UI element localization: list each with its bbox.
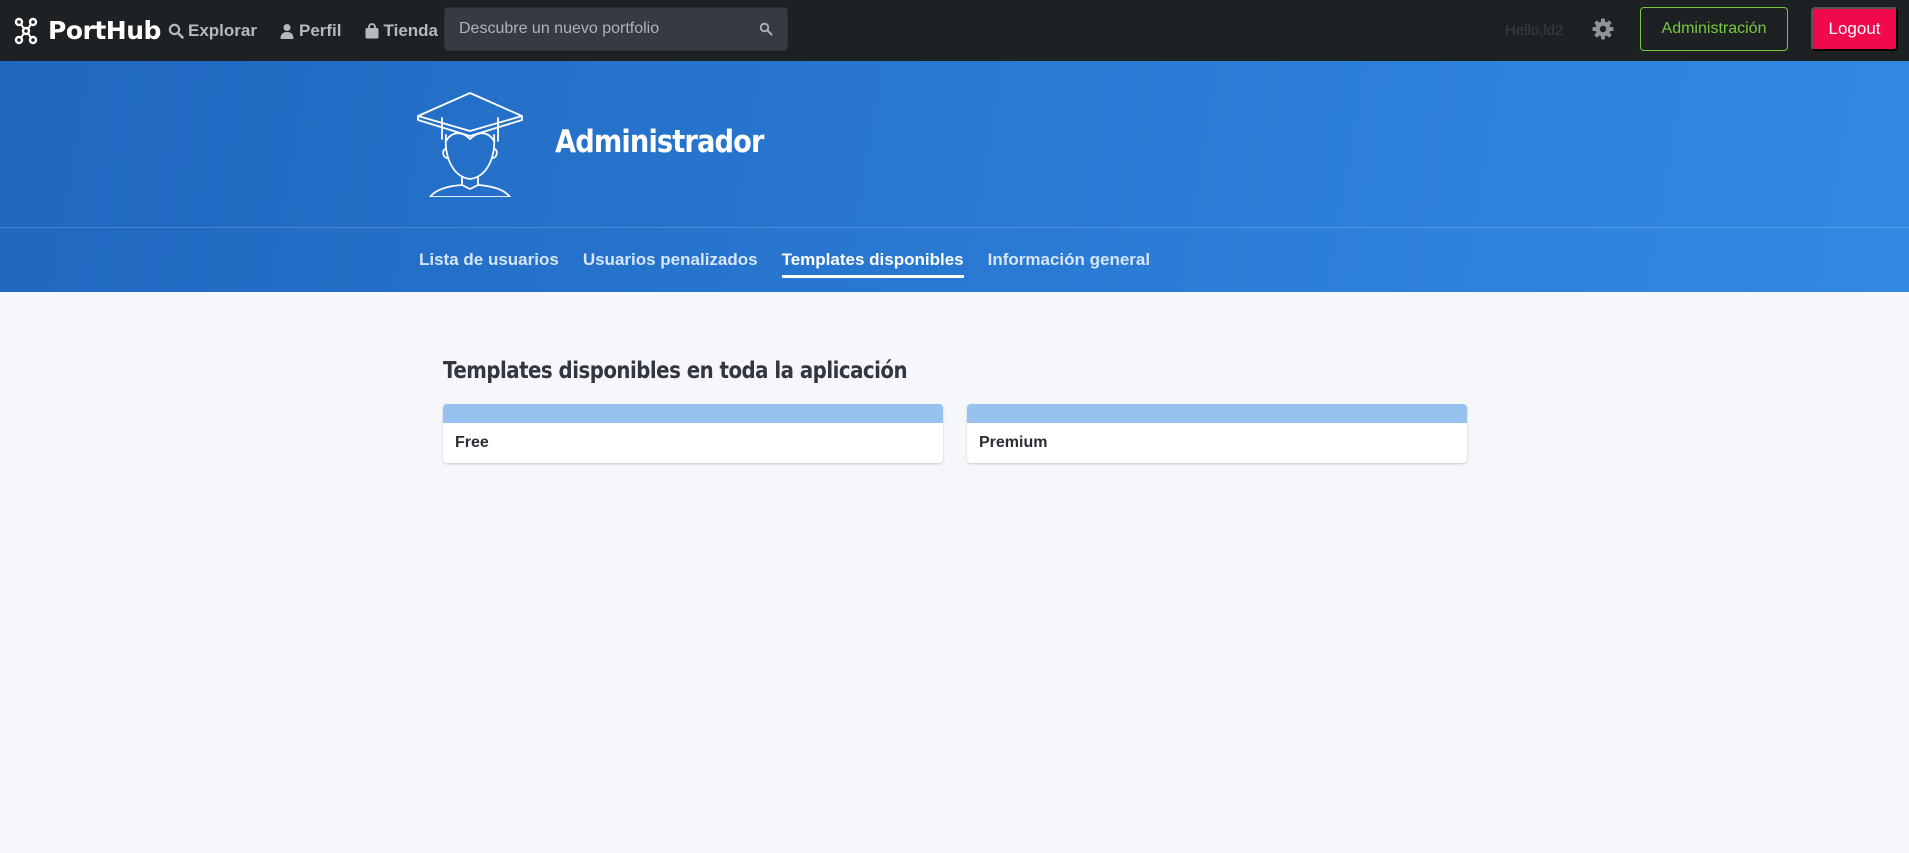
main-nav: Explorar Perfil Tienda bbox=[168, 0, 438, 61]
logout-button[interactable]: Logout bbox=[1811, 7, 1898, 51]
graduate-avatar-icon bbox=[417, 92, 523, 197]
nav-explorar-label: Explorar bbox=[188, 20, 257, 40]
top-navbar: PortHub Explorar Perfil Tienda Descubre … bbox=[0, 0, 1909, 61]
profile-hero: Administrador Lista de usuarios Usuarios… bbox=[0, 61, 1909, 292]
template-card-banner bbox=[967, 404, 1467, 423]
porthub-logo-icon bbox=[14, 17, 38, 44]
admin-tabs: Lista de usuarios Usuarios penalizados T… bbox=[419, 250, 1150, 278]
tab-templates-disponibles[interactable]: Templates disponibles bbox=[781, 250, 964, 278]
tab-usuarios-penalizados[interactable]: Usuarios penalizados bbox=[583, 250, 758, 278]
gear-icon[interactable] bbox=[1591, 17, 1615, 41]
brand-logo-link[interactable]: PortHub bbox=[12, 0, 161, 61]
template-card-label: Free bbox=[455, 434, 489, 451]
user-icon bbox=[280, 23, 294, 39]
nav-tienda-link[interactable]: Tienda bbox=[364, 21, 438, 41]
admin-button[interactable]: Administración bbox=[1640, 7, 1788, 51]
shopping-bag-icon bbox=[365, 22, 379, 38]
brand-name: PortHub bbox=[48, 16, 161, 45]
nav-tienda-label: Tienda bbox=[383, 20, 438, 40]
template-card-premium[interactable]: Premium bbox=[967, 404, 1467, 463]
user-greeting: Hello,ld2 bbox=[1505, 22, 1564, 39]
search-box bbox=[444, 7, 788, 51]
nav-explorar-link[interactable]: Explorar bbox=[168, 21, 257, 41]
hero-divider bbox=[0, 227, 1909, 228]
search-submit-icon[interactable] bbox=[759, 22, 773, 36]
nav-perfil-label: Perfil bbox=[298, 20, 342, 40]
tab-lista-de-usuarios[interactable]: Lista de usuarios bbox=[419, 250, 559, 278]
search-icon bbox=[168, 23, 184, 39]
nav-perfil-link[interactable]: Perfil bbox=[279, 21, 342, 41]
search-input[interactable] bbox=[459, 20, 759, 38]
template-card-label: Premium bbox=[979, 434, 1048, 451]
template-card-free[interactable]: Free bbox=[443, 404, 943, 463]
template-card-banner bbox=[443, 404, 943, 423]
page-title: Administrador bbox=[555, 124, 764, 160]
section-title: Templates disponibles en toda la aplicac… bbox=[443, 358, 908, 384]
tab-informacion-general[interactable]: Información general bbox=[988, 250, 1150, 278]
